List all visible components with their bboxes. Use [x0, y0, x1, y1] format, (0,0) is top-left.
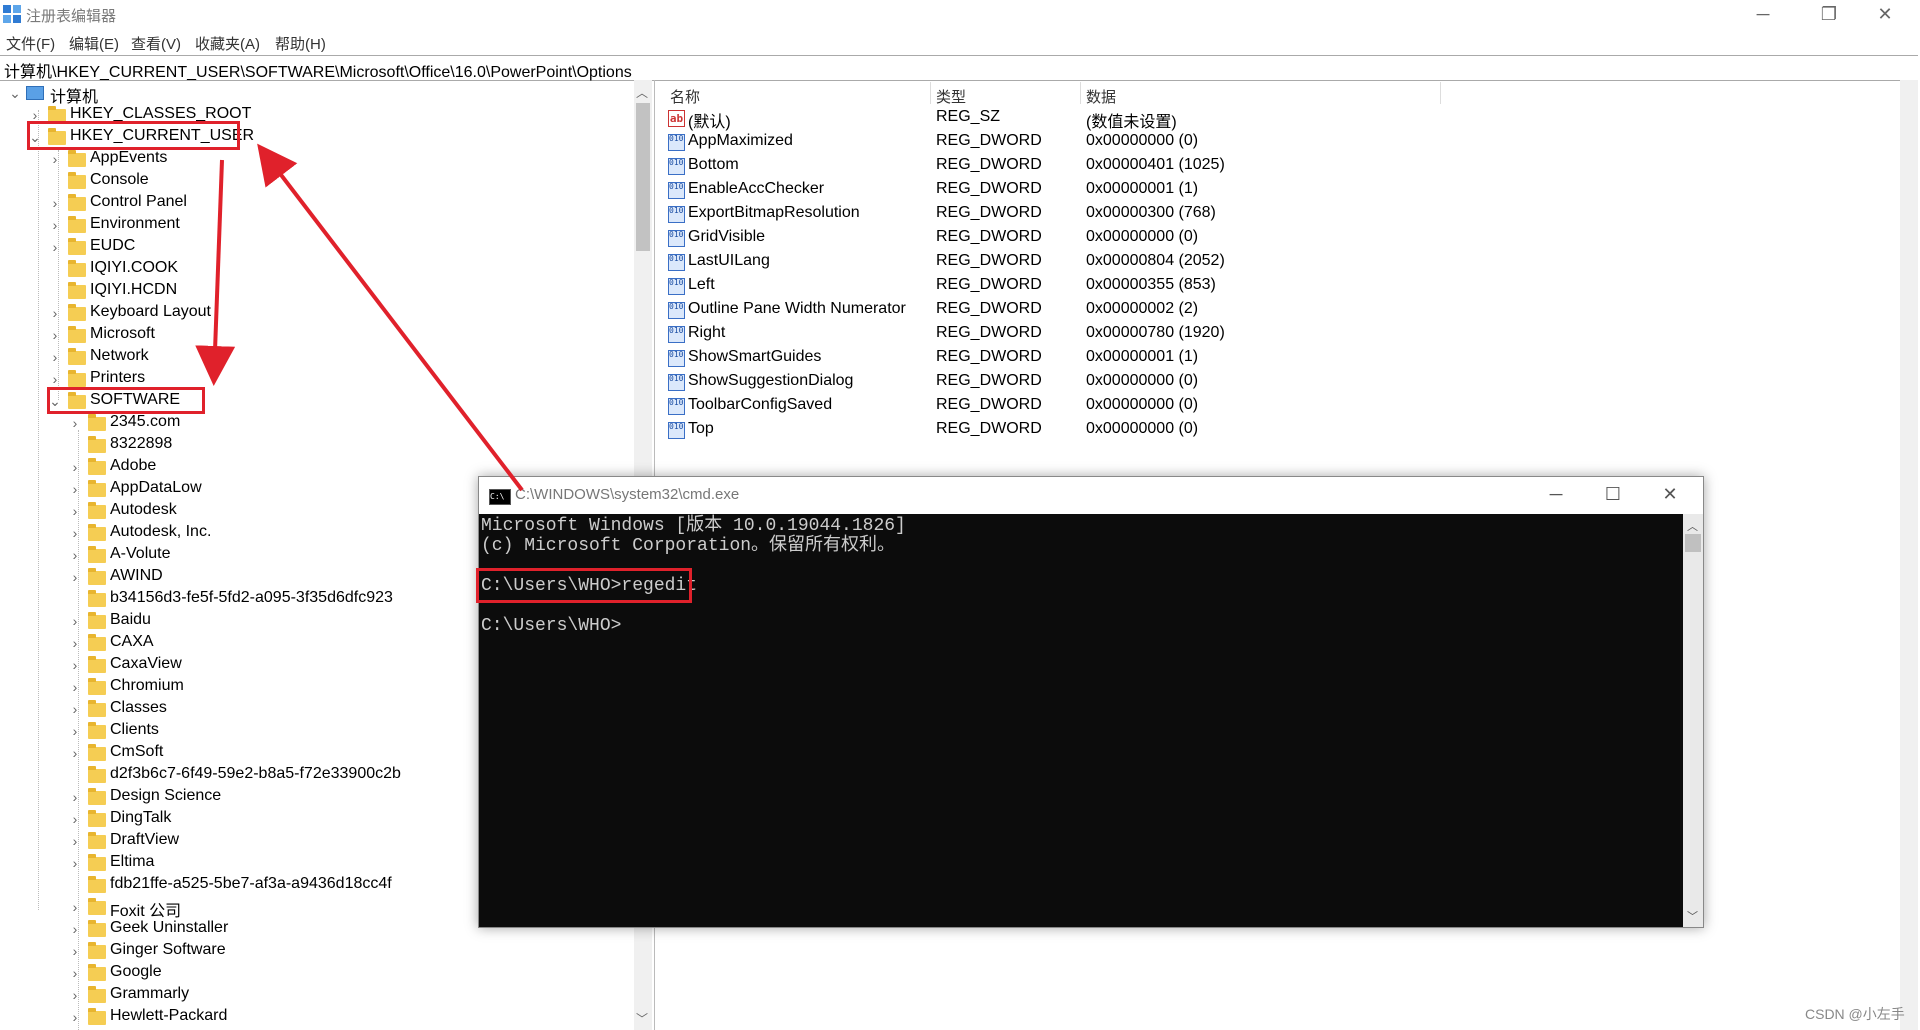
annotation-arrows	[195, 143, 524, 492]
arrow-to-hkcu-icon	[257, 143, 524, 492]
watermark: CSDN @小左手	[1805, 1006, 1905, 1022]
arrow-down-icon	[195, 159, 236, 386]
